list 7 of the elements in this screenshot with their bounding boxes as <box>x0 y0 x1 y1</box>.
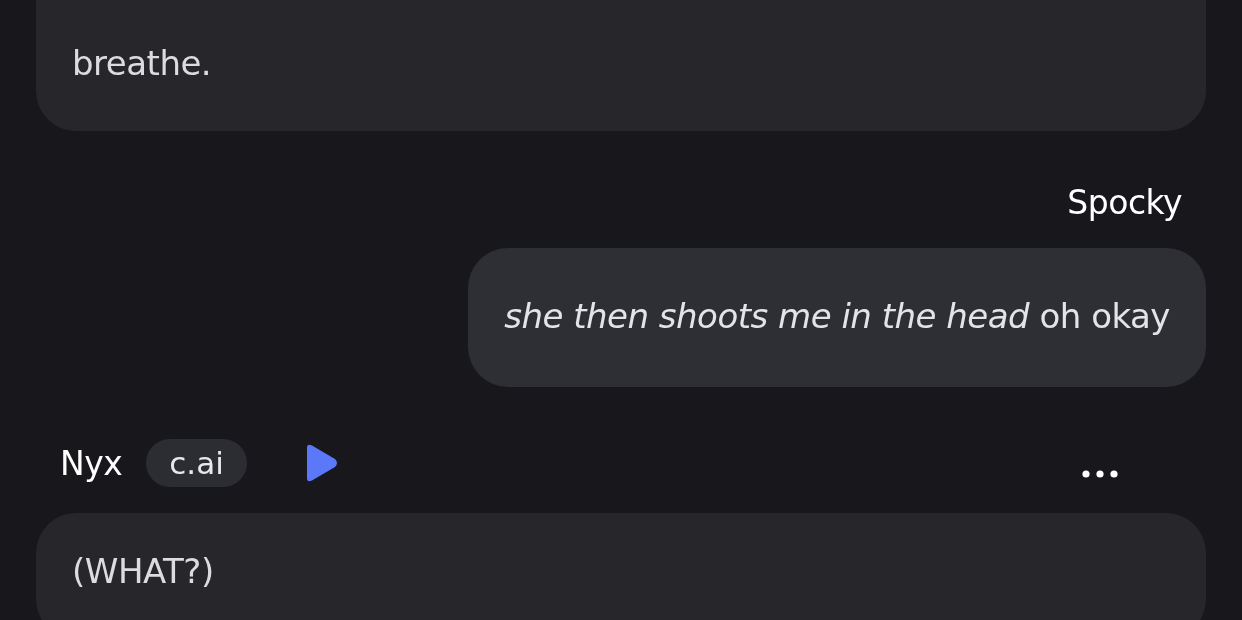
message-bubble: breathe. <box>36 0 1206 131</box>
message-bubble: she then shoots me in the head oh okay <box>468 248 1206 387</box>
message-bubble: (WHAT?) <box>36 513 1206 620</box>
source-tag: c.ai <box>146 439 247 487</box>
more-icon[interactable] <box>1082 469 1118 479</box>
author-name: Spocky <box>1067 183 1182 222</box>
author-name: Nyx <box>60 443 123 483</box>
